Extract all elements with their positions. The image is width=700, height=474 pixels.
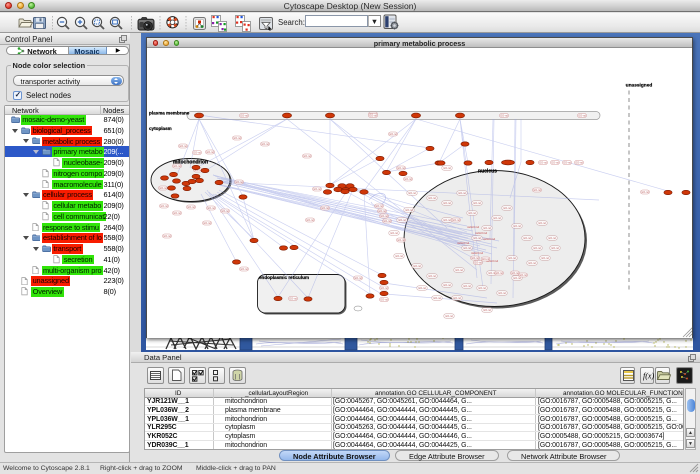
svg-text:GO-nd: GO-nd <box>380 298 388 301</box>
svg-text:GO-nd: GO-nd <box>455 269 463 272</box>
svg-text:GO-nd: GO-nd <box>541 257 549 260</box>
svg-text:GO-nd: GO-nd <box>380 286 388 289</box>
svg-text:GO-nd: GO-nd <box>473 237 481 240</box>
svg-text:GO-nd: GO-nd <box>513 277 521 280</box>
svg-text:GO-nd: GO-nd <box>500 114 508 117</box>
svg-text:GO-nd: GO-nd <box>390 232 398 235</box>
svg-text:GO-nd: GO-nd <box>405 209 413 212</box>
svg-text:GO-nd: GO-nd <box>641 190 649 193</box>
svg-text:GO-nd: GO-nd <box>443 167 451 170</box>
svg-text:GO-nd: GO-nd <box>551 161 559 164</box>
svg-text:GO-nd: GO-nd <box>378 209 386 212</box>
svg-text:nxGO:nd: nxGO:nd <box>475 231 487 235</box>
svg-text:GO-nd: GO-nd <box>173 211 181 214</box>
svg-text:GO-nd: GO-nd <box>443 202 451 205</box>
svg-text:GO-nd: GO-nd <box>369 114 377 117</box>
svg-text:f(x): f(x) <box>643 371 654 380</box>
svg-text:GO-nd: GO-nd <box>575 161 583 164</box>
svg-text:GO-nd: GO-nd <box>221 209 229 212</box>
svg-text:GO-nd: GO-nd <box>261 142 269 145</box>
svg-text:GO-nd: GO-nd <box>445 315 453 318</box>
svg-text:GO-nd: GO-nd <box>463 247 471 250</box>
svg-text:GO-nd: GO-nd <box>563 161 571 164</box>
svg-text:GO-nd: GO-nd <box>548 237 556 240</box>
svg-text:GO-nd: GO-nd <box>508 257 516 260</box>
svg-text:GO-nd: GO-nd <box>160 204 168 207</box>
svg-text:GO-nd: GO-nd <box>551 247 559 250</box>
svg-text:GO-nd: GO-nd <box>313 187 321 190</box>
svg-text:GO-nd: GO-nd <box>471 256 479 259</box>
svg-text:GO-nd: GO-nd <box>193 151 201 154</box>
svg-text:GO-nd: GO-nd <box>187 205 195 208</box>
svg-text:GO-nd: GO-nd <box>389 132 397 135</box>
svg-text:GO-nd: GO-nd <box>452 218 460 221</box>
svg-text:GO-nd: GO-nd <box>478 287 486 290</box>
svg-text:nxGO:nd: nxGO:nd <box>467 225 479 229</box>
svg-text:GO-nd: GO-nd <box>398 219 406 222</box>
svg-text:GO-nd: GO-nd <box>240 114 248 117</box>
svg-text:GO-nd: GO-nd <box>233 136 241 139</box>
svg-text:GO-nd: GO-nd <box>303 154 311 157</box>
svg-text:GO-nd: GO-nd <box>533 247 541 250</box>
svg-text:GO-nd: GO-nd <box>495 271 503 274</box>
svg-text:GO-nd: GO-nd <box>578 114 586 117</box>
svg-text:GO-nd: GO-nd <box>383 219 391 222</box>
svg-text:GO-nd: GO-nd <box>428 197 436 200</box>
svg-text:GO-nd: GO-nd <box>207 206 215 209</box>
svg-text:GO-nd: GO-nd <box>474 261 482 264</box>
svg-text:nucleus: nucleus <box>478 168 497 174</box>
svg-text:GO-nd: GO-nd <box>413 265 421 268</box>
svg-text:GO-nd: GO-nd <box>428 275 436 278</box>
svg-text:GO-nd: GO-nd <box>354 276 362 279</box>
svg-text:GO-nd: GO-nd <box>453 297 461 300</box>
svg-text:GO-nd: GO-nd <box>203 221 211 224</box>
svg-text:nxGO:nd: nxGO:nd <box>483 237 495 241</box>
svg-text:GO-nd: GO-nd <box>539 161 547 164</box>
svg-text:GO-nd: GO-nd <box>289 297 297 300</box>
svg-text:GO-nd: GO-nd <box>235 180 243 183</box>
svg-text:GO-nd: GO-nd <box>159 186 167 189</box>
svg-text:GO-nd: GO-nd <box>179 144 187 147</box>
svg-text:GO-nd: GO-nd <box>206 150 214 153</box>
svg-text:nxGO:nd: nxGO:nd <box>457 241 469 245</box>
svg-text:GO-nd: GO-nd <box>443 219 451 222</box>
svg-text:GO-nd: GO-nd <box>397 166 405 169</box>
svg-text:GO-nd: GO-nd <box>493 217 501 220</box>
svg-text:GO-nd: GO-nd <box>482 257 490 260</box>
svg-text:GO-nd: GO-nd <box>458 192 466 195</box>
svg-text:GO-nd: GO-nd <box>498 292 506 295</box>
svg-text:GO-nd: GO-nd <box>519 273 527 276</box>
svg-text:GO-nd: GO-nd <box>163 234 171 237</box>
svg-text:mitochondrion: mitochondrion <box>173 159 208 165</box>
svg-text:GO-nd: GO-nd <box>433 297 441 300</box>
svg-text:nxGO:nd: nxGO:nd <box>471 251 483 255</box>
svg-text:GO-nd: GO-nd <box>483 227 491 230</box>
svg-text:GO-nd: GO-nd <box>321 206 329 209</box>
svg-text:plasma membrane: plasma membrane <box>149 110 190 115</box>
svg-text:GO-nd: GO-nd <box>503 207 511 210</box>
svg-text:GO-nd: GO-nd <box>395 255 403 258</box>
svg-text:GO-nd: GO-nd <box>408 192 416 195</box>
svg-text:GO-nd: GO-nd <box>375 204 383 207</box>
svg-text:GO-nd: GO-nd <box>443 284 451 287</box>
svg-text:GO-nd: GO-nd <box>306 218 314 221</box>
svg-text:GO-nd: GO-nd <box>463 285 471 288</box>
svg-text:GO-nd: GO-nd <box>473 202 481 205</box>
svg-text:GO-nd: GO-nd <box>483 309 491 312</box>
svg-text:endoplasmic reticulum: endoplasmic reticulum <box>259 275 309 280</box>
svg-text:GO-nd: GO-nd <box>533 188 541 191</box>
svg-text:unassigned: unassigned <box>626 82 653 88</box>
svg-text:GO-nd: GO-nd <box>511 271 519 274</box>
svg-text:GO-nd: GO-nd <box>468 212 476 215</box>
svg-text:GO-nd: GO-nd <box>380 214 388 217</box>
svg-text:GO-nd: GO-nd <box>538 222 546 225</box>
svg-text:GO-nd: GO-nd <box>418 287 426 290</box>
svg-text:GO-nd: GO-nd <box>513 225 521 228</box>
svg-text:GO-nd: GO-nd <box>404 177 412 180</box>
svg-text:GO-nd: GO-nd <box>523 237 531 240</box>
svg-text:GO-nd: GO-nd <box>240 267 248 270</box>
svg-text:GO-nd: GO-nd <box>397 238 405 241</box>
svg-text:cytoplasm: cytoplasm <box>149 126 172 131</box>
svg-text:GO-nd: GO-nd <box>528 262 536 265</box>
